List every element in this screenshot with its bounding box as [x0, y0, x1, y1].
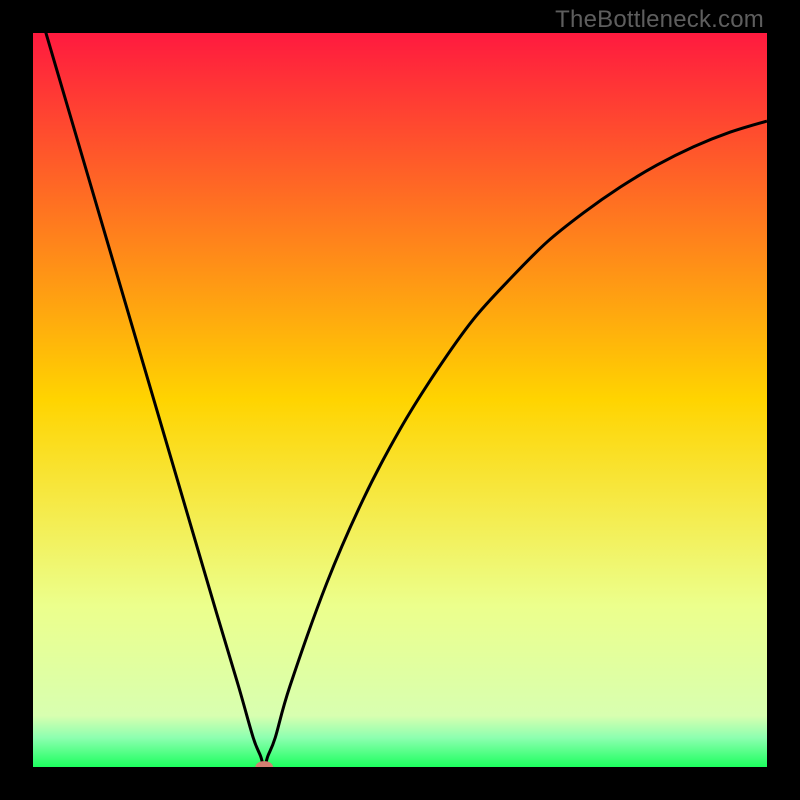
outer-black-frame: TheBottleneck.com: [0, 0, 800, 800]
plot-area: [33, 33, 767, 767]
bottleneck-curve-line: [33, 33, 767, 767]
watermark-label: TheBottleneck.com: [555, 6, 764, 34]
optimal-point-marker: [255, 761, 273, 767]
chart-overlay: [33, 33, 767, 767]
